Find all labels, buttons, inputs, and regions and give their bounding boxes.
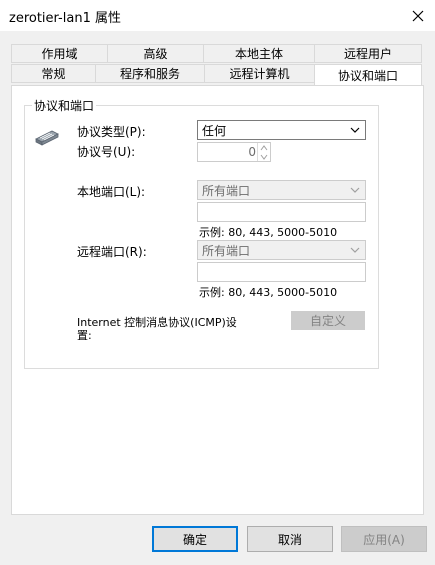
network-connector-icon [35, 130, 59, 146]
local-port-select[interactable]: 所有端口 [197, 180, 366, 200]
local-port-label: 本地端口(L): [77, 185, 146, 199]
protocol-type-label: 协议类型(P): [77, 125, 146, 139]
tab-remote-users[interactable]: 远程用户 [314, 44, 422, 63]
protocol-type-value: 任何 [202, 123, 227, 138]
protocol-number-value: 0 [248, 145, 256, 159]
stepper-arrows [257, 143, 270, 161]
protocol-number-stepper[interactable]: 0 [197, 142, 271, 162]
tab-programs-services[interactable]: 程序和服务 [95, 64, 205, 83]
window-title: zerotier-lan1 属性 [9, 11, 121, 26]
tab-general[interactable]: 常规 [11, 64, 96, 83]
icmp-settings-label-line2: 置: [77, 329, 92, 342]
tab-remote-computers[interactable]: 远程计算机 [204, 64, 315, 83]
remote-port-example: 示例: 80, 443, 5000-5010 [199, 286, 338, 299]
local-port-value: 所有端口 [202, 183, 251, 198]
remote-port-value: 所有端口 [202, 243, 251, 258]
protocol-number-label: 协议号(U): [77, 145, 136, 159]
chevron-down-icon [350, 127, 360, 133]
ok-button[interactable]: 确定 [152, 526, 238, 552]
tab-protocols-ports[interactable]: 协议和端口 [314, 64, 422, 85]
cancel-button[interactable]: 取消 [247, 526, 333, 552]
chevron-down-icon [350, 247, 360, 253]
chevron-up-icon[interactable] [260, 145, 268, 151]
close-button[interactable] [400, 0, 435, 31]
remote-port-label: 远程端口(R): [77, 245, 147, 259]
chevron-down-icon[interactable] [260, 154, 268, 160]
remote-port-select[interactable]: 所有端口 [197, 240, 366, 260]
tab-local-principals[interactable]: 本地主体 [203, 44, 315, 63]
tab-advanced[interactable]: 高级 [107, 44, 204, 63]
icmp-settings-label-line1: Internet 控制消息协议(ICMP)设 [77, 316, 237, 329]
local-port-example: 示例: 80, 443, 5000-5010 [199, 226, 338, 239]
customize-button[interactable]: 自定义 [291, 311, 365, 330]
remote-port-input[interactable] [197, 262, 366, 282]
apply-button[interactable]: 应用(A) [341, 526, 427, 552]
close-icon [412, 10, 423, 21]
local-port-input[interactable] [197, 202, 366, 222]
group-title: 协议和端口 [32, 97, 97, 114]
title-bar: zerotier-lan1 属性 [0, 0, 435, 31]
protocol-type-select[interactable]: 任何 [197, 120, 366, 140]
tab-scope[interactable]: 作用域 [11, 44, 108, 63]
chevron-down-icon [350, 187, 360, 193]
